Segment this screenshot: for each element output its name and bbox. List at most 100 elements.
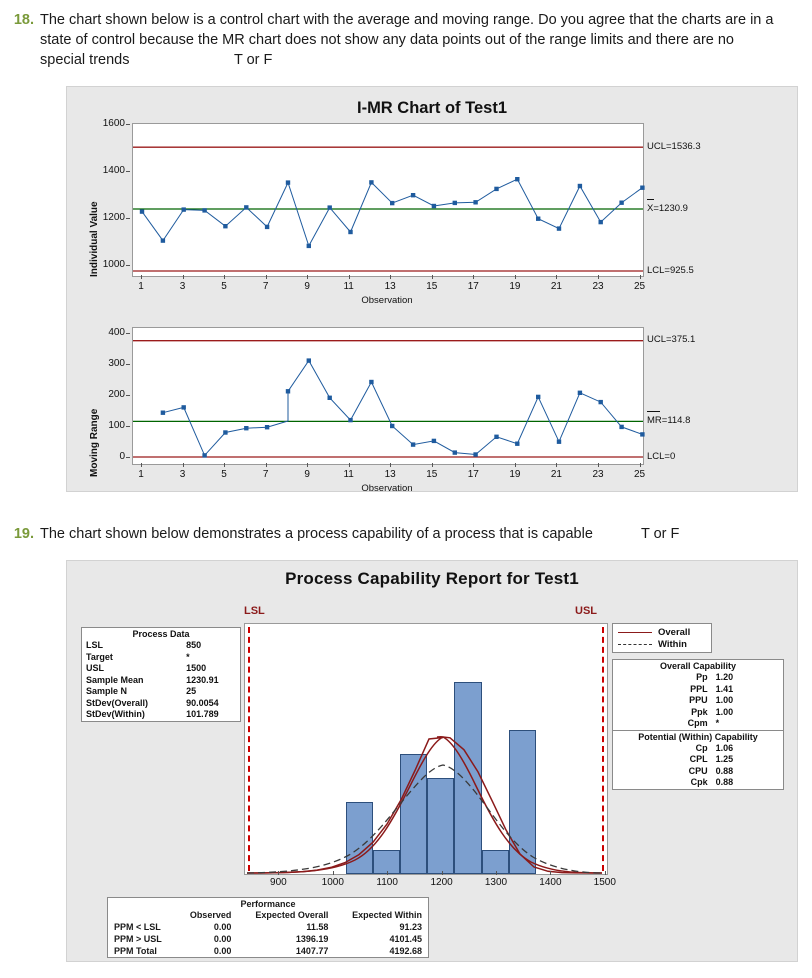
overall-cap-value: 1.41 — [715, 683, 734, 694]
table-row: Sample N 25 — [82, 686, 240, 698]
question-19-number: 19. — [13, 526, 34, 542]
individuals-xtick-21: 21 — [546, 275, 566, 292]
within-cap-label: CPU — [688, 765, 708, 776]
imr-chart-panel: I-MR Chart of Test1 Individual Value 160… — [66, 86, 798, 494]
question-18-line-2: state of control because the MR chart do… — [40, 32, 734, 48]
within-cap-label: Cpk — [690, 777, 708, 787]
individuals-xtick-1: 1 — [131, 275, 151, 292]
mr-xtick-5: 5 — [214, 463, 234, 480]
question-19: 19. The chart shown below demonstrates a… — [8, 524, 798, 544]
within-cap-label: CPL — [689, 754, 708, 764]
lsl-label: LSL — [244, 605, 265, 617]
performance-expected-within: 4192.68 — [389, 946, 422, 956]
process-data-label: Sample N — [86, 686, 128, 696]
within-capability-header: Potential (Within) Capability — [613, 729, 783, 743]
legend-row-overall: Overall — [618, 626, 706, 638]
histogram-xtick-1000: 1000 — [317, 871, 349, 888]
overall-cap-label: PPU — [689, 695, 708, 705]
overall-cap-label: Pp — [696, 672, 708, 682]
mr-ytick-400: 400 — [91, 327, 130, 338]
performance-box: Performance Observed Expected Overall Ex… — [107, 897, 429, 958]
overall-capability-table: Pp 1.20 PPL 1.41 PPU 1.00 Ppk 1.00 Cpm * — [613, 672, 783, 730]
histogram-xtick-1500: 1500 — [589, 871, 621, 888]
mr-xtick-21: 21 — [546, 463, 566, 480]
individuals-xtick-3: 3 — [173, 275, 193, 292]
histogram-xtick-1300: 1300 — [480, 871, 512, 888]
individuals-series-svg — [133, 146, 645, 272]
individuals-ytick-1200: 1200 — [91, 212, 130, 223]
individuals-xtick-19: 19 — [505, 275, 525, 292]
individuals-xtick-15: 15 — [422, 275, 442, 292]
process-data-value: 90.0054 — [186, 697, 219, 708]
question-19-line-1: The chart shown below demonstrates a pro… — [40, 526, 680, 542]
table-row: Cpk 0.88 — [613, 777, 783, 789]
performance-expected-within: 4101.45 — [389, 934, 422, 944]
performance-expected-overall: 1396.19 — [295, 934, 329, 944]
histogram-xtick-1400: 1400 — [534, 871, 566, 888]
table-row: Ppk 1.00 — [613, 707, 783, 719]
mr-ytick-300: 300 — [91, 358, 130, 369]
process-capability-title: Process Capability Report for Test1 — [285, 569, 579, 588]
performance-row-label: PPM Total — [114, 946, 157, 956]
individuals-center-label-text: X=1230.9 — [647, 203, 688, 214]
mr-xtick-3: 3 — [173, 463, 193, 480]
process-data-value: * — [186, 651, 190, 662]
individuals-ytick-1400: 1400 — [91, 165, 130, 176]
individuals-xtick-5: 5 — [214, 275, 234, 292]
question-18: 18. The chart shown below is a control c… — [8, 10, 812, 70]
performance-observed: 0.00 — [213, 934, 232, 944]
question-18-number: 18. — [13, 12, 34, 28]
performance-col-observed: Observed — [189, 910, 232, 920]
performance-expected-overall: 11.58 — [306, 922, 329, 932]
individuals-xtick-9: 9 — [297, 275, 317, 292]
mr-xtick-25: 25 — [630, 463, 650, 480]
process-capability-panel: Process Capability Report for Test1 Proc… — [66, 560, 798, 962]
process-data-label: StDev(Within) — [86, 709, 145, 719]
mr-ytick-0: 0 — [91, 451, 130, 462]
table-row: PPM Total 0.00 1407.77 4192.68 — [108, 945, 428, 957]
overall-cap-label: Ppk — [691, 706, 708, 717]
question-18-line-1: The chart shown below is a control chart… — [40, 12, 774, 28]
moving-range-series-svg — [133, 340, 645, 458]
table-row: PPM < LSL 0.00 11.58 91.23 — [108, 921, 428, 933]
process-data-box: Process Data LSL 850 Target * USL 1500 Samp… — [81, 627, 241, 722]
individuals-center-label: X=1230.9 — [647, 199, 688, 214]
mr-xtick-11: 11 — [339, 463, 359, 480]
curve-legend-box: Overall Within — [612, 623, 712, 653]
legend-row-within: Within — [618, 638, 706, 650]
overall-line-swatch-icon — [618, 631, 652, 633]
performance-table: Observed Expected Overall Expected Withi… — [108, 909, 428, 957]
question-18-line-3: special trends T or F — [40, 52, 273, 68]
mr-xtick-15: 15 — [422, 463, 442, 480]
performance-col-expected-overall: Expected Overall — [255, 910, 329, 920]
table-row: USL 1500 — [82, 663, 240, 675]
individuals-ytick-1600: 1600 — [91, 118, 130, 129]
individuals-plot-area — [132, 123, 645, 277]
capability-histogram-plot — [244, 623, 608, 875]
process-data-value: 850 — [186, 640, 202, 650]
mr-xtick-7: 7 — [256, 463, 276, 480]
moving-range-x-axis-title: Observation — [361, 483, 413, 494]
histogram-xtick-900: 900 — [262, 871, 294, 888]
within-cap-value: 0.88 — [715, 765, 734, 776]
individuals-x-axis-title: Observation — [361, 295, 413, 306]
mr-xtick-13: 13 — [380, 463, 400, 480]
mr-center-label: MR=114.8 — [647, 411, 691, 426]
table-row: CPU 0.88 — [613, 766, 783, 778]
mr-xtick-1: 1 — [131, 463, 151, 480]
performance-col-expected-within: Expected Within — [352, 910, 422, 920]
capability-indices-box: Overall Capability Pp 1.20 PPL 1.41 PPU 1.0… — [612, 659, 784, 790]
process-data-label: Target — [86, 651, 113, 662]
overall-cap-value: 1.00 — [715, 695, 734, 705]
process-data-table: LSL 850 Target * USL 1500 Sample Mean 1230.9… — [82, 640, 240, 721]
within-line-swatch-icon — [618, 643, 652, 645]
individuals-xtick-25: 25 — [630, 275, 650, 292]
imr-chart-title: I-MR Chart of Test1 — [356, 99, 508, 117]
process-data-label: Sample Mean — [86, 674, 144, 685]
mr-center-label-text: MR=114.8 — [647, 415, 691, 426]
process-data-value: 101.789 — [186, 709, 219, 719]
table-row: PPL 1.41 — [613, 684, 783, 696]
mr-xtick-17: 17 — [463, 463, 483, 480]
table-row: Target * — [82, 652, 240, 664]
mr-ucl-label: UCL=375.1 — [647, 334, 696, 345]
